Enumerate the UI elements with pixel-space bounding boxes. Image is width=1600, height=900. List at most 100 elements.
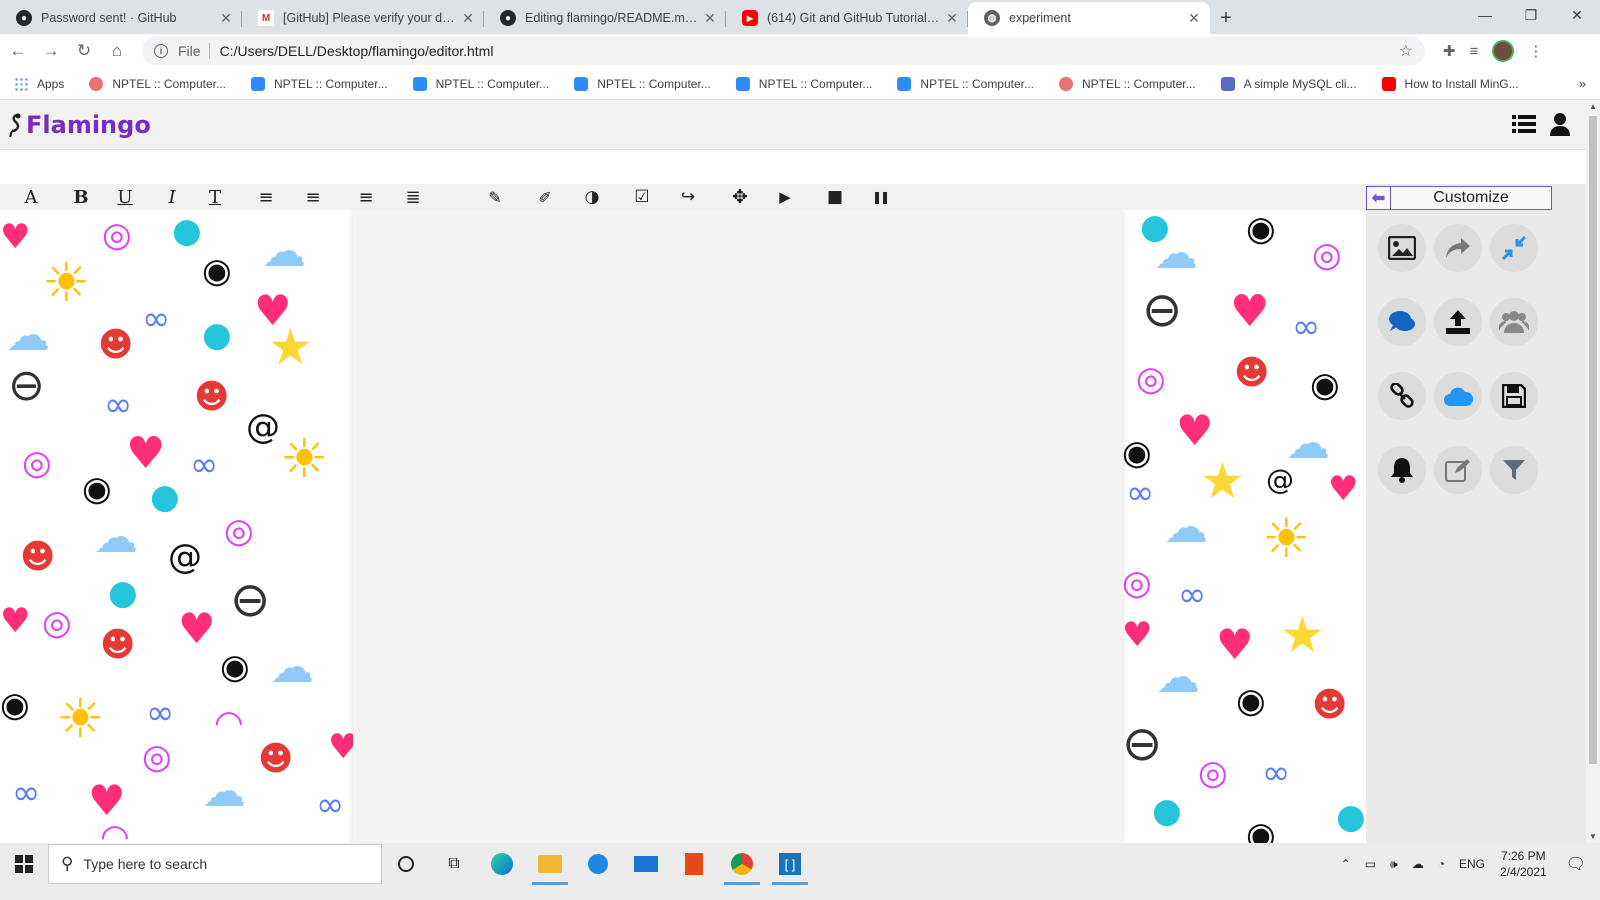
text-format-icon[interactable]: T xyxy=(200,184,230,210)
bookmark-item[interactable]: NPTEL :: Computer... xyxy=(574,76,711,91)
close-tab-icon[interactable]: ✕ xyxy=(1186,10,1202,27)
brackets-app[interactable]: [ ] xyxy=(766,843,814,885)
taskbar-search[interactable]: ⚲ Type here to search xyxy=(48,844,382,884)
bookmark-item[interactable]: A simple MySQL cli... xyxy=(1220,76,1357,91)
file-explorer-app[interactable] xyxy=(526,843,574,885)
media-icon[interactable]: ≡ xyxy=(1470,43,1479,60)
notification-icon[interactable]: 🗨 xyxy=(1566,854,1586,874)
edit-icon xyxy=(1445,459,1470,482)
start-button[interactable] xyxy=(0,843,48,885)
mail-app[interactable] xyxy=(622,843,670,885)
move-icon[interactable]: ✥ xyxy=(725,184,755,210)
tab-github-password[interactable]: ● Password sent! · GitHub ✕ xyxy=(0,2,242,34)
sun-sticker-icon: ☀ xyxy=(42,251,91,314)
bookmark-item[interactable]: NPTEL :: Computer... xyxy=(89,76,226,91)
more-bookmarks-button[interactable]: » xyxy=(1579,76,1586,91)
link-button[interactable] xyxy=(1378,372,1426,420)
logo[interactable]: Flamingo xyxy=(6,111,151,139)
edit-icon[interactable]: ✐ xyxy=(530,184,560,210)
align-right-icon[interactable]: ≡ xyxy=(351,184,381,210)
editor-document[interactable] xyxy=(353,210,1122,843)
edge-app[interactable] xyxy=(478,843,526,885)
bell-button[interactable] xyxy=(1378,446,1426,494)
scroll-up-icon[interactable]: ▲ xyxy=(1589,102,1597,111)
reload-icon[interactable]: ↻ xyxy=(69,41,99,61)
meet-now-icon[interactable]: ▭ xyxy=(1365,857,1376,871)
comments-button[interactable] xyxy=(1378,298,1426,346)
minimize-button[interactable]: — xyxy=(1462,0,1508,30)
bookmark-item[interactable]: NPTEL :: Computer... xyxy=(1059,76,1196,91)
onedrive-icon[interactable]: ☁ xyxy=(1412,857,1424,871)
volume-icon[interactable]: 🕪 xyxy=(1390,857,1398,872)
upload-button[interactable] xyxy=(1434,298,1482,346)
pencil-icon[interactable]: ✎ xyxy=(480,184,510,210)
cloud-button[interactable] xyxy=(1434,372,1482,420)
bookmark-item[interactable]: NPTEL :: Computer... xyxy=(250,76,388,91)
bookmark-item[interactable]: NPTEL :: Computer... xyxy=(412,76,549,91)
underline-icon[interactable]: U xyxy=(110,184,140,210)
bold-icon[interactable]: B xyxy=(66,184,96,210)
close-tab-icon[interactable]: ✕ xyxy=(944,10,960,27)
bookmark-item[interactable]: How to Install MinG... xyxy=(1381,76,1519,91)
share-icon xyxy=(1446,238,1470,258)
extensions-icon[interactable]: ✚ xyxy=(1443,42,1456,60)
justify-icon[interactable]: ≣ xyxy=(398,184,428,210)
url-text[interactable]: C:/Users/DELL/Desktop/flamingo/editor.ht… xyxy=(220,43,1399,59)
cortana-button[interactable] xyxy=(382,843,430,885)
save-button[interactable] xyxy=(1490,372,1538,420)
task-view-button[interactable]: ⧉ xyxy=(430,843,478,885)
pause-icon[interactable]: ❚❚ xyxy=(865,184,895,210)
home-icon[interactable]: ⌂ xyxy=(102,41,132,61)
close-window-button[interactable]: ✕ xyxy=(1554,0,1600,30)
edit-button[interactable] xyxy=(1434,446,1482,494)
bookmark-item[interactable]: NPTEL :: Computer... xyxy=(897,76,1034,91)
play-icon[interactable]: ▶ xyxy=(770,184,800,210)
clock[interactable]: 7:26 PM 2/4/2021 xyxy=(1500,848,1547,880)
share-icon[interactable]: ↪ xyxy=(673,184,703,210)
omnibox[interactable]: i File C:/Users/DELL/Desktop/flamingo/ed… xyxy=(142,37,1425,65)
italic-icon[interactable]: I xyxy=(157,184,187,210)
arrow-left-icon[interactable]: ⬅ xyxy=(1367,187,1391,209)
tab-gmail[interactable]: M [GitHub] Please verify your device ✕ xyxy=(242,2,484,34)
tab-youtube[interactable]: ▶ (614) Git and GitHub Tutorials #2 ✕ xyxy=(726,2,968,34)
bookmark-item[interactable]: NPTEL :: Computer... xyxy=(735,76,872,91)
page-scrollbar[interactable]: ▲ ▼ xyxy=(1586,100,1600,843)
filter-button[interactable] xyxy=(1490,446,1538,494)
stop-icon[interactable]: ■ xyxy=(820,184,850,210)
forward-icon[interactable]: → xyxy=(36,41,66,61)
menu-icon[interactable]: ⋮ xyxy=(1528,42,1543,60)
tab-experiment[interactable]: ◍ experiment ✕ xyxy=(968,2,1210,34)
image-button[interactable] xyxy=(1378,224,1426,272)
align-center-icon[interactable]: ≡ xyxy=(298,184,328,210)
bookmark-apps[interactable]: Apps xyxy=(14,76,64,91)
avatar[interactable] xyxy=(1492,40,1515,62)
star-sticker-icon: ★ xyxy=(1200,452,1245,510)
scrollbar-thumb[interactable] xyxy=(1589,116,1597,764)
cloud-sticker-icon: ☁ xyxy=(270,642,314,693)
compress-button[interactable] xyxy=(1490,224,1538,272)
font-icon[interactable]: A xyxy=(16,184,46,210)
list-icon[interactable] xyxy=(1512,113,1536,135)
chrome-app[interactable] xyxy=(718,843,766,885)
users-button[interactable] xyxy=(1490,298,1538,346)
close-tab-icon[interactable]: ✕ xyxy=(218,10,234,27)
close-tab-icon[interactable]: ✕ xyxy=(460,10,476,27)
wifi-icon[interactable]: ◔ xyxy=(1438,857,1445,871)
check-square-icon[interactable]: ☑ xyxy=(627,184,657,210)
office-app[interactable] xyxy=(670,843,718,885)
info-icon[interactable]: i xyxy=(154,44,168,58)
share-button[interactable] xyxy=(1434,224,1482,272)
language-indicator[interactable]: ENG xyxy=(1459,857,1485,871)
contrast-icon[interactable]: ◑ xyxy=(577,184,607,210)
store-app[interactable] xyxy=(574,843,622,885)
close-tab-icon[interactable]: ✕ xyxy=(702,10,718,27)
back-icon[interactable]: ← xyxy=(3,41,33,61)
new-tab-button[interactable]: + xyxy=(1210,2,1242,34)
align-left-icon[interactable]: ≡ xyxy=(251,184,281,210)
tab-github-readme[interactable]: ● Editing flamingo/README.md at ✕ xyxy=(484,2,726,34)
scroll-down-icon[interactable]: ▼ xyxy=(1589,832,1597,841)
restore-button[interactable]: ❐ xyxy=(1508,0,1554,30)
user-icon[interactable] xyxy=(1550,112,1570,136)
chevron-up-icon[interactable]: ⌃ xyxy=(1341,857,1351,871)
bookmark-star-icon[interactable]: ☆ xyxy=(1399,41,1413,61)
